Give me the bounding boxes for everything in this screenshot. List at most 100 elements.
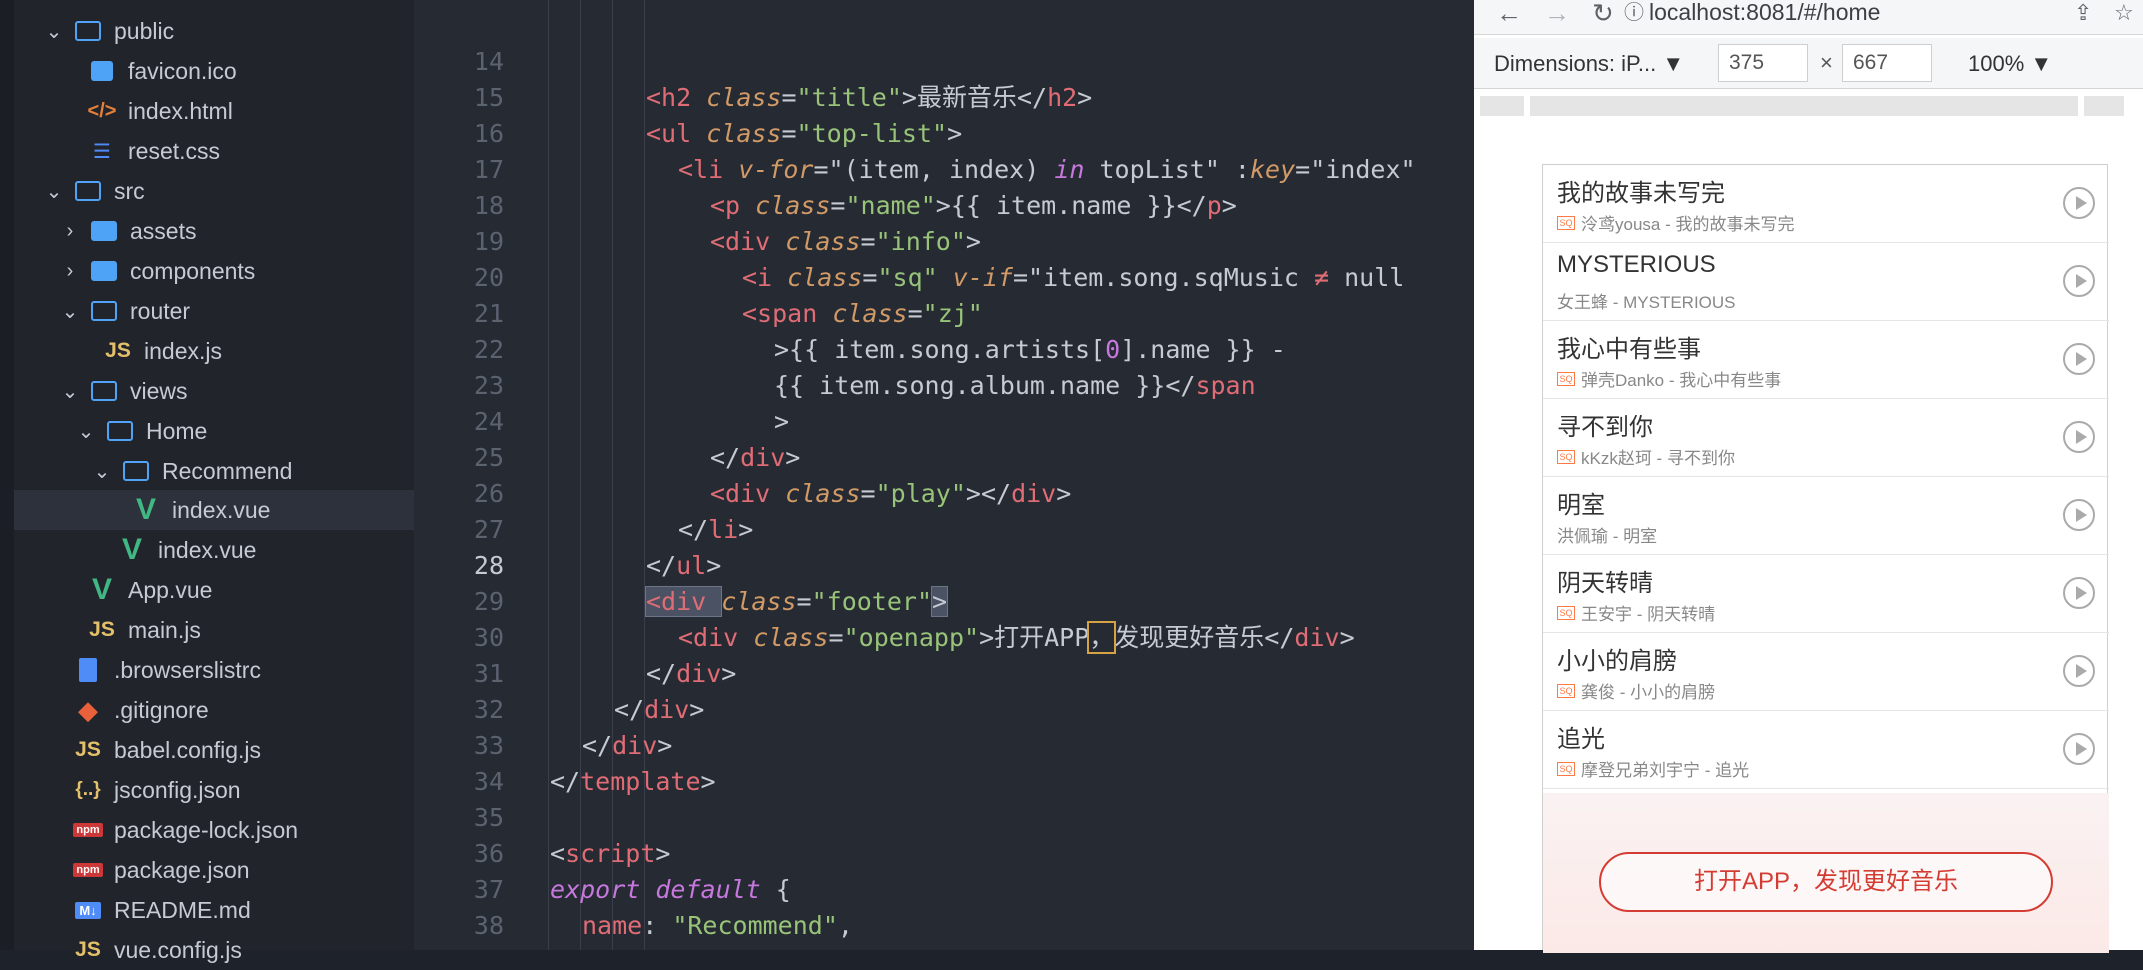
code-line[interactable]: 16 <li v-for="(item, index) in topList" … <box>414 80 1474 184</box>
tree-file-vue-config[interactable]: JS vue.config.js <box>14 930 472 970</box>
device-select[interactable]: Dimensions: iP... ▼ <box>1494 51 1684 77</box>
tree-file-recommend-index-vue[interactable]: V index.vue <box>14 490 414 530</box>
code-line[interactable]: 19 <i class="sq" v-if="item.song.sqMusic… <box>414 188 1474 292</box>
song-item[interactable]: 我的故事未写完 SQ 泠鸢yousa - 我的故事未写完 <box>1543 165 2109 243</box>
reload-icon[interactable]: ↻ <box>1592 0 1614 26</box>
folder-icon <box>88 221 120 241</box>
song-name: MYSTERIOUS <box>1557 251 1716 278</box>
play-icon[interactable] <box>2063 343 2095 375</box>
open-app-button[interactable]: 打开APP，发现更好音乐 <box>1599 852 2053 912</box>
width-input[interactable]: 375 <box>1718 44 1808 82</box>
song-name: 小小的肩膀 <box>1557 648 1677 675</box>
code-line[interactable]: 17 <p class="name">{{ item.name }}</p> <box>414 116 1474 220</box>
song-item[interactable]: 小小的肩膀 SQ 龚俊 - 小小的肩膀 <box>1543 633 2109 711</box>
song-item[interactable]: 追光 SQ 摩登兄弟刘宇宁 - 追光 <box>1543 711 2109 789</box>
code-line[interactable]: 35 <script> <box>414 764 1474 868</box>
sq-badge-icon: SQ <box>1557 761 1575 776</box>
tree-file-readme[interactable]: M↓ README.md <box>14 890 472 930</box>
code-line[interactable]: 39 created() { <box>414 908 1474 950</box>
play-icon[interactable] <box>2063 421 2095 453</box>
code-line[interactable]: 30 </div> <box>414 584 1474 688</box>
npm-icon: npm <box>72 863 104 877</box>
tree-file-babel-config[interactable]: JS babel.config.js <box>14 730 472 770</box>
tree-file-gitignore[interactable]: ◆ .gitignore <box>14 690 472 730</box>
forward-icon[interactable]: → <box>1544 0 1570 26</box>
js-icon: JS <box>75 738 101 761</box>
sq-badge-icon: SQ <box>1557 683 1575 698</box>
play-icon[interactable] <box>2063 577 2095 609</box>
song-artist-album: 女王蜂 - MYSTERIOUS <box>1557 293 1736 312</box>
folder-icon <box>88 261 120 281</box>
tree-folder-public[interactable]: ⌄ public <box>14 11 444 51</box>
code-line[interactable]: 22 {{ item.song.album.name }}</span <box>414 296 1474 400</box>
tree-item-label: index.vue <box>158 536 257 563</box>
folder-icon <box>72 21 104 41</box>
play-icon[interactable] <box>2063 187 2095 219</box>
bookmark-star-icon[interactable]: ☆ <box>2114 0 2134 26</box>
more-options-icon[interactable]: ⋮ <box>2134 48 2143 74</box>
tree-folder-router[interactable]: ⌄ router <box>14 291 460 331</box>
song-item[interactable]: 寻不到你 SQ kKzk赵珂 - 寻不到你 <box>1543 399 2109 477</box>
code-line[interactable]: 26 </li> <box>414 440 1474 544</box>
media-query-segment[interactable] <box>1530 96 2078 116</box>
dimension-times: × <box>1820 50 1833 75</box>
chevron-down-icon: ⌄ <box>61 300 79 323</box>
tree-file-browserslistrc[interactable]: .browserslistrc <box>14 650 472 690</box>
code-line[interactable]: 18 <div class="info"> <box>414 152 1474 256</box>
code-line[interactable]: 15 <ul class="top-list"> <box>414 44 1474 148</box>
code-line[interactable]: 37 name: "Recommend", <box>414 836 1474 940</box>
media-query-segment[interactable] <box>1480 96 1524 116</box>
vue-icon: V <box>121 533 142 566</box>
song-item[interactable]: 我心中有些事 SQ 弹壳Danko - 我心中有些事 <box>1543 321 2109 399</box>
address-bar[interactable]: localhost:8081/#/home <box>1649 0 1880 24</box>
code-line[interactable]: 36 export default { <box>414 800 1474 904</box>
code-line[interactable]: 38 props: [], <box>414 872 1474 950</box>
code-line[interactable]: 24 </div> <box>414 368 1474 472</box>
info-icon[interactable]: ⓘ <box>1624 0 1644 26</box>
code-line[interactable]: 32 </div> <box>414 656 1474 760</box>
tree-folder-views[interactable]: ⌄ views <box>14 371 460 411</box>
code-line[interactable]: 23 > <box>414 332 1474 436</box>
sq-badge-icon: SQ <box>1557 371 1575 386</box>
code-line[interactable]: 21 >{{ item.song.artists[0].name }} - <box>414 260 1474 364</box>
zoom-select[interactable]: 100% ▼ <box>1968 51 2052 77</box>
media-query-segment[interactable] <box>2084 96 2124 116</box>
code-line[interactable]: 29 <div class="openapp">打开APP，发现更好音乐</di… <box>414 548 1474 654</box>
song-item[interactable]: 阴天转晴 SQ 王安宇 - 阴天转晴 <box>1543 555 2109 633</box>
song-item[interactable]: 明室 洪佩瑜 - 明室 <box>1543 477 2109 555</box>
song-item[interactable]: MYSTERIOUS 女王蜂 - MYSTERIOUS <box>1543 243 2109 321</box>
code-line[interactable]: 27 </ul> <box>414 476 1474 580</box>
code-editor[interactable]: 14 <h2 class="title">最新音乐</h2> 15 <ul cl… <box>414 0 1474 950</box>
code-line[interactable]: 34 <box>414 728 1474 796</box>
code-line[interactable]: 33 </template> <box>414 692 1474 796</box>
tree-item-label: vue.config.js <box>114 936 242 963</box>
json-icon: {..} <box>75 779 101 800</box>
tree-folder-assets[interactable]: › assets <box>14 211 460 251</box>
song-artist-album: 王安宇 - 阴天转晴 <box>1581 605 1716 624</box>
vue-icon: V <box>135 493 156 526</box>
media-query-bar[interactable] <box>1474 92 2143 122</box>
code-line[interactable]: 20 <span class="zj" <box>414 224 1474 328</box>
tree-item-label: router <box>130 297 191 324</box>
back-icon[interactable]: ← <box>1496 0 1522 26</box>
tree-item-label: README.md <box>114 896 251 923</box>
tree-item-label: App.vue <box>128 576 213 603</box>
tree-file-jsconfig[interactable]: {..} jsconfig.json <box>14 770 472 810</box>
tree-file-package-lock[interactable]: npm package-lock.json <box>14 810 472 850</box>
height-input[interactable]: 667 <box>1842 44 1932 82</box>
js-icon: JS <box>75 938 101 961</box>
tree-folder-home[interactable]: ⌄ Home <box>14 411 476 451</box>
play-icon[interactable] <box>2063 733 2095 765</box>
tree-file-package-json[interactable]: npm package.json <box>14 850 472 890</box>
code-line[interactable]: 14 <h2 class="title">最新音乐</h2> <box>414 8 1474 112</box>
tree-folder-src[interactable]: ⌄ src <box>14 171 444 211</box>
play-icon[interactable] <box>2063 655 2095 687</box>
code-line-active[interactable]: 28 <div class="footer"> <box>414 512 1474 617</box>
code-line[interactable]: 31 </div> <box>414 620 1474 724</box>
play-icon[interactable] <box>2063 265 2095 297</box>
code-line[interactable]: 25 <div class="play"></div> <box>414 404 1474 508</box>
share-icon[interactable]: ⇪ <box>2074 0 2092 26</box>
tree-item-label: src <box>114 177 145 204</box>
play-icon[interactable] <box>2063 499 2095 531</box>
tree-folder-components[interactable]: › components <box>14 251 460 291</box>
